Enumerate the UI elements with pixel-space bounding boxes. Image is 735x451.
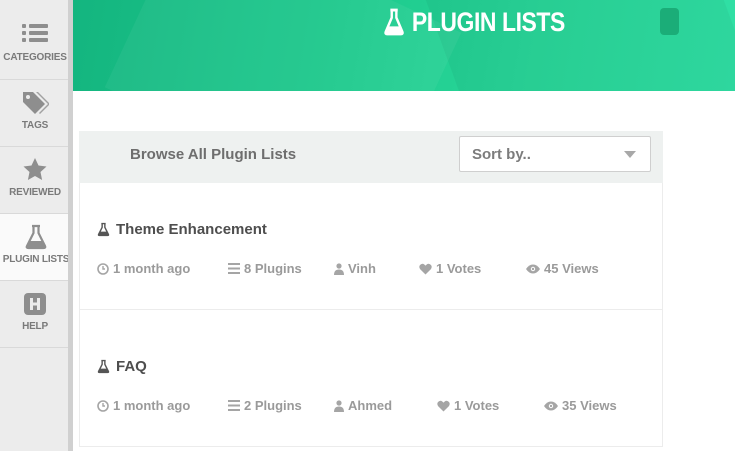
flask-icon	[97, 222, 110, 237]
sidebar-item-label: TAGS	[21, 120, 49, 131]
votes-text: 1 Votes	[436, 261, 482, 276]
votes-count[interactable]: 1 Votes	[437, 398, 499, 413]
browse-title: Browse All Plugin Lists	[130, 146, 297, 163]
time-text: 1 month ago	[113, 398, 191, 413]
sidebar-item-label: CATEGORIES	[3, 52, 67, 63]
flask-icon	[384, 8, 404, 36]
plugins-count: 8 Plugins	[228, 261, 302, 276]
time-meta: 1 month ago	[97, 398, 190, 413]
clock-icon	[97, 262, 109, 275]
plugins-count-text: 2 Plugins	[244, 398, 302, 413]
views-text: 35 Views	[562, 398, 617, 413]
author-name: Vinh	[348, 261, 376, 276]
user-icon	[334, 262, 344, 275]
eye-icon	[526, 264, 540, 273]
user-icon	[334, 399, 344, 412]
sort-dropdown-value: Sort by..	[472, 146, 531, 163]
author-name: Ahmed	[348, 398, 393, 413]
author-link[interactable]: Vinh	[334, 261, 376, 276]
plugin-list-title[interactable]: Theme Enhancement	[97, 221, 267, 238]
sidebar-item-label: HELP	[22, 321, 48, 332]
plugin-list-title[interactable]: FAQ	[97, 358, 147, 375]
heart-icon	[437, 400, 450, 411]
views-text: 45 Views	[544, 261, 599, 276]
tags-icon	[0, 90, 70, 120]
flask-icon	[97, 359, 110, 374]
plugin-list-card: Theme Enhancement 1 month ago 8 Plugins …	[79, 183, 663, 310]
plugin-list-title-text: FAQ	[116, 358, 147, 375]
sidebar: CATEGORIES TAGS REVIEWED PLUGIN LISTS HE…	[0, 0, 78, 451]
votes-count[interactable]: 1 Votes	[419, 261, 481, 276]
heart-icon	[419, 263, 432, 274]
list-icon	[0, 22, 70, 52]
views-count: 45 Views	[526, 261, 599, 276]
time-text: 1 month ago	[113, 261, 191, 276]
sidebar-item-help[interactable]: HELP	[0, 281, 70, 348]
sidebar-item-reviewed[interactable]: REVIEWED	[0, 147, 70, 214]
page-header-banner: PLUGIN LISTS	[73, 0, 735, 91]
star-icon	[0, 157, 70, 187]
sidebar-item-tags[interactable]: TAGS	[0, 80, 70, 147]
sidebar-item-plugin-lists[interactable]: PLUGIN LISTS	[0, 214, 78, 281]
votes-text: 1 Votes	[454, 398, 500, 413]
plugin-list-title-text: Theme Enhancement	[116, 221, 267, 238]
sidebar-item-label: REVIEWED	[9, 187, 61, 198]
page-title: PLUGIN LISTS	[383, 5, 565, 39]
header-badge	[660, 8, 679, 35]
plugins-count-text: 8 Plugins	[244, 261, 302, 276]
time-meta: 1 month ago	[97, 261, 190, 276]
sidebar-item-categories[interactable]: CATEGORIES	[0, 0, 70, 80]
eye-icon	[544, 401, 558, 410]
list-icon	[228, 263, 240, 274]
list-icon	[228, 400, 240, 411]
page-title-text: PLUGIN LISTS	[411, 6, 565, 37]
chevron-down-icon	[624, 151, 636, 158]
clock-icon	[97, 399, 109, 412]
author-link[interactable]: Ahmed	[334, 398, 392, 413]
plugins-count: 2 Plugins	[228, 398, 302, 413]
views-count: 35 Views	[544, 398, 617, 413]
flask-icon	[0, 224, 72, 254]
plugin-list-card: FAQ 1 month ago 2 Plugins Ahmed 1 Votes …	[79, 310, 663, 447]
sort-dropdown[interactable]: Sort by..	[459, 136, 651, 172]
sidebar-item-label: PLUGIN LISTS	[2, 254, 70, 265]
help-h-icon	[0, 291, 70, 321]
